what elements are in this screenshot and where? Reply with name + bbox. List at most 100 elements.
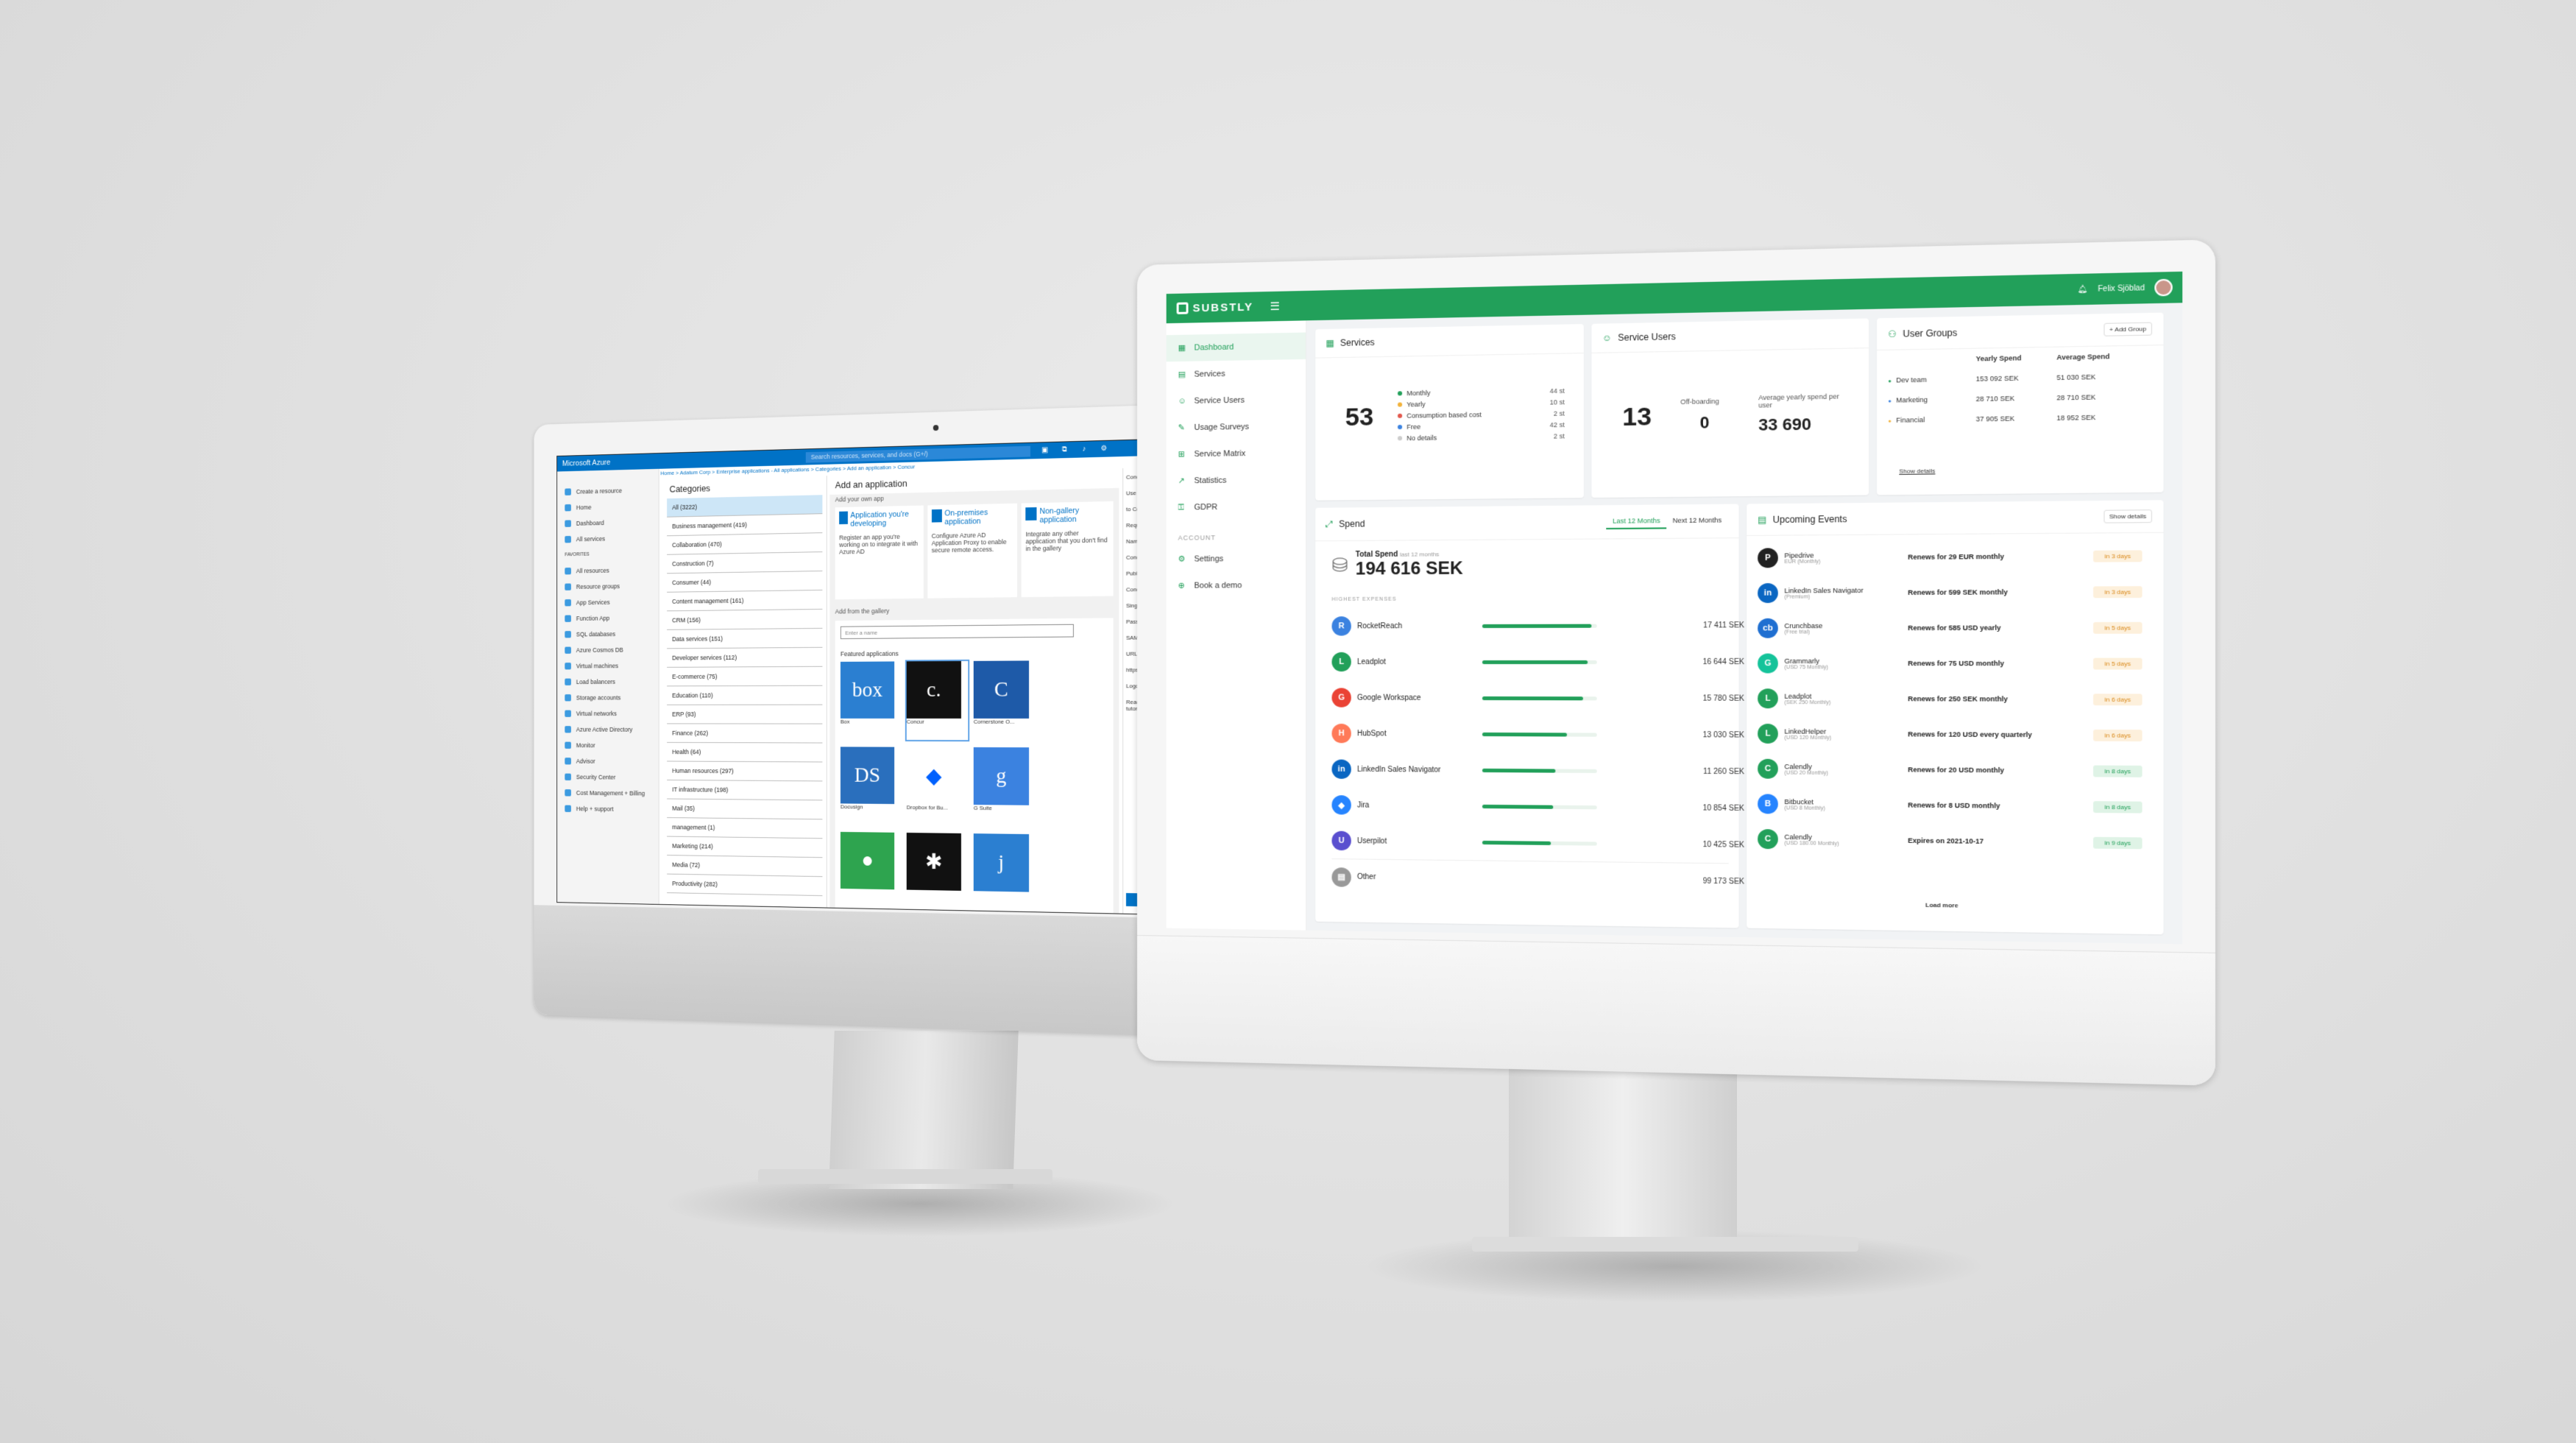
event-service-plan: (Premium) bbox=[1784, 593, 1811, 600]
spend-row[interactable]: ▤ Other 99 173 SEK bbox=[1331, 858, 1744, 900]
tab-next-12-months[interactable]: Next 12 Months bbox=[1666, 513, 1728, 529]
category-item[interactable]: Health (64) bbox=[667, 742, 823, 763]
sidebar-item[interactable]: Advisor bbox=[557, 753, 659, 769]
user-group-row[interactable]: ● Financial 37 905 SEK 18 952 SEK bbox=[1888, 406, 2163, 431]
category-item[interactable]: Construction (7) bbox=[667, 552, 823, 574]
app-tile[interactable]: ✱ bbox=[906, 833, 969, 912]
category-item[interactable]: Finance (262) bbox=[667, 724, 823, 744]
sidebar-item-account[interactable]: ⚙ Settings bbox=[1167, 545, 1306, 572]
category-item[interactable]: Data services (151) bbox=[667, 628, 823, 649]
event-row[interactable]: P Pipedrive EUR (Monthly) Renews for 29 EUR… bbox=[1758, 537, 2154, 575]
sidebar-item-dashboard[interactable]: ▦ Dashboard bbox=[1166, 332, 1306, 362]
sidebar-item[interactable]: Help + support bbox=[557, 800, 659, 817]
own-app-option[interactable]: Application you're developing Register an… bbox=[835, 505, 924, 600]
app-tile[interactable]: c. Concur bbox=[905, 659, 970, 742]
user-menu[interactable]: 🔔︎ Felix Sjöblad bbox=[2078, 278, 2182, 297]
sidebar-item[interactable]: Home bbox=[557, 498, 659, 516]
sidebar-item[interactable]: Function App bbox=[557, 610, 659, 627]
category-item[interactable]: E-commerce (75) bbox=[667, 666, 823, 687]
sidebar-item-account[interactable]: ⊕ Book a demo bbox=[1167, 572, 1306, 599]
sidebar-item-label: Load balancers bbox=[576, 677, 615, 685]
bell-icon[interactable]: ♪ bbox=[1079, 444, 1089, 454]
gear-icon[interactable]: ⚙ bbox=[1099, 444, 1108, 454]
sidebar-item-service-users[interactable]: ☺ Service Users bbox=[1167, 386, 1306, 414]
app-tile[interactable]: j bbox=[973, 833, 1036, 914]
user-groups-show-details[interactable]: Show details bbox=[1899, 468, 1935, 475]
category-item[interactable]: Collaboration (470) bbox=[667, 533, 823, 555]
sidebar-item-gdpr[interactable]: ⚿ GDPR bbox=[1167, 493, 1306, 521]
category-item[interactable]: Consumer (44) bbox=[667, 571, 823, 593]
substly-logo[interactable]: SUBSTLY bbox=[1167, 300, 1253, 315]
category-item[interactable]: ERP (93) bbox=[667, 705, 823, 724]
event-row[interactable]: G Grammarly (USD 75 Monthly) Renews for 75 … bbox=[1758, 646, 2154, 682]
app-tile[interactable]: box Box bbox=[840, 661, 901, 740]
category-item[interactable]: IT infrastructure (198) bbox=[667, 780, 823, 801]
spend-row[interactable]: R RocketReach 17 411 SEK bbox=[1331, 607, 1744, 643]
sidebar-item[interactable]: Resource groups bbox=[557, 577, 659, 595]
event-row[interactable]: in LinkedIn Sales Navigator (Premium) Renew… bbox=[1758, 574, 2154, 610]
event-row[interactable]: L LinkedHelper (USD 120 Monthly) Renews for… bbox=[1758, 716, 2154, 753]
category-item[interactable]: Education (110) bbox=[667, 685, 823, 705]
sidebar-item-statistics[interactable]: ↗ Statistics bbox=[1167, 466, 1306, 494]
bell-icon[interactable]: 🔔︎ bbox=[2078, 285, 2088, 294]
tab-last-12-months[interactable]: Last 12 Months bbox=[1606, 513, 1667, 530]
sidebar-item[interactable]: Azure Cosmos DB bbox=[557, 641, 659, 658]
category-item[interactable]: Human resources (297) bbox=[667, 761, 823, 782]
sidebar-item-usage-surveys[interactable]: ✎ Usage Surveys bbox=[1167, 413, 1306, 442]
app-tile[interactable]: ● bbox=[840, 831, 901, 911]
event-row[interactable]: C Calendly (USD 20 Monthly) Renews for 20 U… bbox=[1758, 751, 2154, 789]
avatar[interactable] bbox=[2154, 278, 2173, 297]
category-item[interactable]: Mail (35) bbox=[667, 799, 823, 820]
event-row[interactable]: cb Crunchbase (Free trial) Renews for 585 U… bbox=[1758, 610, 2154, 646]
directory-icon[interactable]: ⧉ bbox=[1060, 445, 1069, 455]
sidebar-item[interactable]: Cost Management + Billing bbox=[557, 784, 659, 801]
spend-row[interactable]: G Google Workspace 15 780 SEK bbox=[1331, 680, 1744, 716]
app-tile[interactable]: C Cornerstone O... bbox=[973, 660, 1036, 740]
azure-search-input[interactable]: Search resources, services, and docs (G+… bbox=[805, 445, 1030, 463]
event-row[interactable]: L Leadplot (SEK 250 Monthly) Renews for 250… bbox=[1758, 681, 2154, 717]
category-item[interactable]: Business management (419) bbox=[667, 514, 823, 537]
category-item[interactable]: Productivity (282) bbox=[667, 874, 823, 897]
own-app-option[interactable]: Non-gallery application Integrate any oth… bbox=[1021, 501, 1114, 598]
cloud-shell-icon[interactable]: ▣ bbox=[1040, 445, 1050, 456]
sidebar-item[interactable]: All services bbox=[557, 529, 659, 547]
app-tile-name: Box bbox=[840, 718, 850, 725]
category-item[interactable]: Content management (161) bbox=[667, 590, 823, 612]
category-item[interactable]: Media (72) bbox=[667, 855, 823, 878]
sidebar-item[interactable]: Storage accounts bbox=[557, 689, 659, 705]
sidebar-item[interactable]: Monitor bbox=[557, 737, 659, 753]
sidebar-item[interactable]: Virtual networks bbox=[557, 705, 659, 722]
gallery-search-input[interactable]: Enter a name bbox=[840, 624, 1074, 640]
category-item[interactable]: management (1) bbox=[667, 817, 823, 839]
spend-row[interactable]: ◆ Jira 10 854 SEK bbox=[1331, 787, 1744, 827]
sidebar-item[interactable]: Load balancers bbox=[557, 673, 659, 689]
add-group-button[interactable]: + Add Group bbox=[2103, 322, 2152, 336]
sidebar-item-services[interactable]: ▤ Services bbox=[1167, 359, 1306, 388]
event-row[interactable]: C Calendly (USD 180.00 Monthly) Expires on … bbox=[1758, 822, 2154, 861]
app-tile[interactable]: gG Suite bbox=[973, 747, 1036, 827]
sidebar-item[interactable]: Security Center bbox=[557, 769, 659, 786]
sidebar-item[interactable]: Dashboard bbox=[557, 513, 659, 531]
sidebar-item[interactable]: SQL databases bbox=[557, 625, 659, 642]
sidebar-item-service-matrix[interactable]: ⊞ Service Matrix bbox=[1167, 440, 1306, 468]
category-item[interactable]: Developer services (112) bbox=[667, 647, 823, 668]
sidebar-item[interactable]: All resources bbox=[557, 561, 659, 579]
spend-row[interactable]: in LinkedIn Sales Navigator 11 260 SEK bbox=[1331, 751, 1744, 790]
sidebar-item[interactable]: App Services bbox=[557, 593, 659, 610]
sidebar-item[interactable]: Virtual machines bbox=[557, 657, 659, 674]
legend-count: 2 bbox=[1553, 409, 1557, 417]
spend-row[interactable]: L Leadplot 16 644 SEK bbox=[1331, 643, 1744, 680]
azure-brand[interactable]: Microsoft Azure bbox=[562, 459, 610, 468]
spend-row[interactable]: H HubSpot 13 030 SEK bbox=[1331, 716, 1744, 753]
events-show-details-button[interactable]: Show details bbox=[2103, 509, 2152, 523]
menu-icon[interactable]: ☰ bbox=[1270, 300, 1280, 313]
sidebar-item[interactable]: Azure Active Directory bbox=[557, 722, 659, 738]
load-more-button[interactable]: Load more bbox=[1921, 899, 1964, 911]
event-row[interactable]: B Bitbucket (USD 8 Monthly) Renews for 8 US… bbox=[1758, 786, 2154, 825]
category-item[interactable]: Marketing (214) bbox=[667, 836, 823, 858]
category-item[interactable]: CRM (156) bbox=[667, 609, 823, 630]
spend-row[interactable]: U Userpilot 10 425 SEK bbox=[1331, 822, 1744, 863]
app-tile[interactable]: ◆ Dropbox for Bu... bbox=[906, 747, 969, 827]
own-app-option[interactable]: On-premises application Configure Azure A… bbox=[927, 503, 1018, 599]
app-tile[interactable]: DS Docusign bbox=[840, 747, 901, 825]
